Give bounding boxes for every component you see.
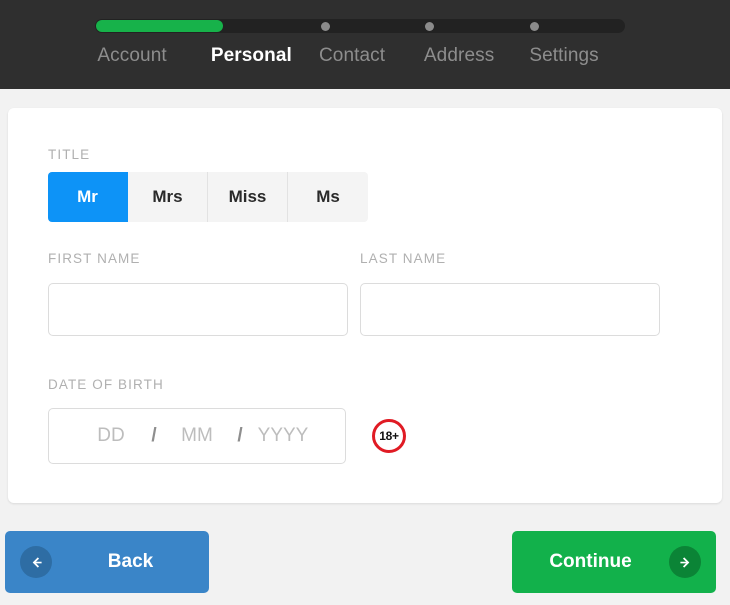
date-of-birth-group[interactable]: DD / MM / YYYY xyxy=(48,408,346,464)
dob-month-input[interactable]: MM xyxy=(166,425,228,447)
wizard-step-labels: Account Personal Contact Address Setting… xyxy=(95,41,625,73)
personal-details-card: TITLE Mr Mrs Miss Ms FIRST NAME LAST NAM… xyxy=(8,108,722,503)
title-option-mr[interactable]: Mr xyxy=(48,172,128,222)
first-name-input[interactable] xyxy=(48,283,348,336)
step-dot-settings[interactable] xyxy=(530,22,540,31)
arrow-left-icon xyxy=(20,546,52,578)
title-option-ms[interactable]: Ms xyxy=(288,172,368,222)
last-name-label: LAST NAME xyxy=(360,251,447,266)
back-button[interactable]: Back xyxy=(5,531,209,593)
continue-button[interactable]: Continue xyxy=(512,531,716,593)
step-label-account[interactable]: Account xyxy=(97,41,166,71)
wizard-header: Account Personal Contact Address Setting… xyxy=(0,0,730,89)
step-label-address[interactable]: Address xyxy=(424,41,494,71)
step-label-contact[interactable]: Contact xyxy=(319,41,385,71)
first-name-label: FIRST NAME xyxy=(48,251,141,266)
dob-separator-1: / xyxy=(151,425,157,446)
continue-button-label: Continue xyxy=(549,551,632,572)
step-label-settings[interactable]: Settings xyxy=(529,41,598,71)
age-restriction-badge-icon: 18+ xyxy=(372,419,406,453)
title-segmented-control[interactable]: Mr Mrs Miss Ms xyxy=(48,172,368,222)
dob-day-input[interactable]: DD xyxy=(80,425,142,447)
wizard-progress-fill xyxy=(96,20,223,32)
title-option-mrs[interactable]: Mrs xyxy=(128,172,208,222)
back-button-label: Back xyxy=(107,551,154,572)
title-field-label: TITLE xyxy=(48,147,91,162)
dob-separator-2: / xyxy=(237,425,243,446)
date-of-birth-label: DATE OF BIRTH xyxy=(48,377,164,392)
dob-year-input[interactable]: YYYY xyxy=(252,425,314,447)
step-dot-address[interactable] xyxy=(425,22,435,31)
title-option-miss[interactable]: Miss xyxy=(208,172,288,222)
step-dot-contact[interactable] xyxy=(320,22,330,31)
arrow-right-icon xyxy=(669,546,701,578)
step-label-personal[interactable]: Personal xyxy=(211,41,292,71)
wizard-progress-track xyxy=(95,19,625,33)
last-name-input[interactable] xyxy=(360,283,660,336)
